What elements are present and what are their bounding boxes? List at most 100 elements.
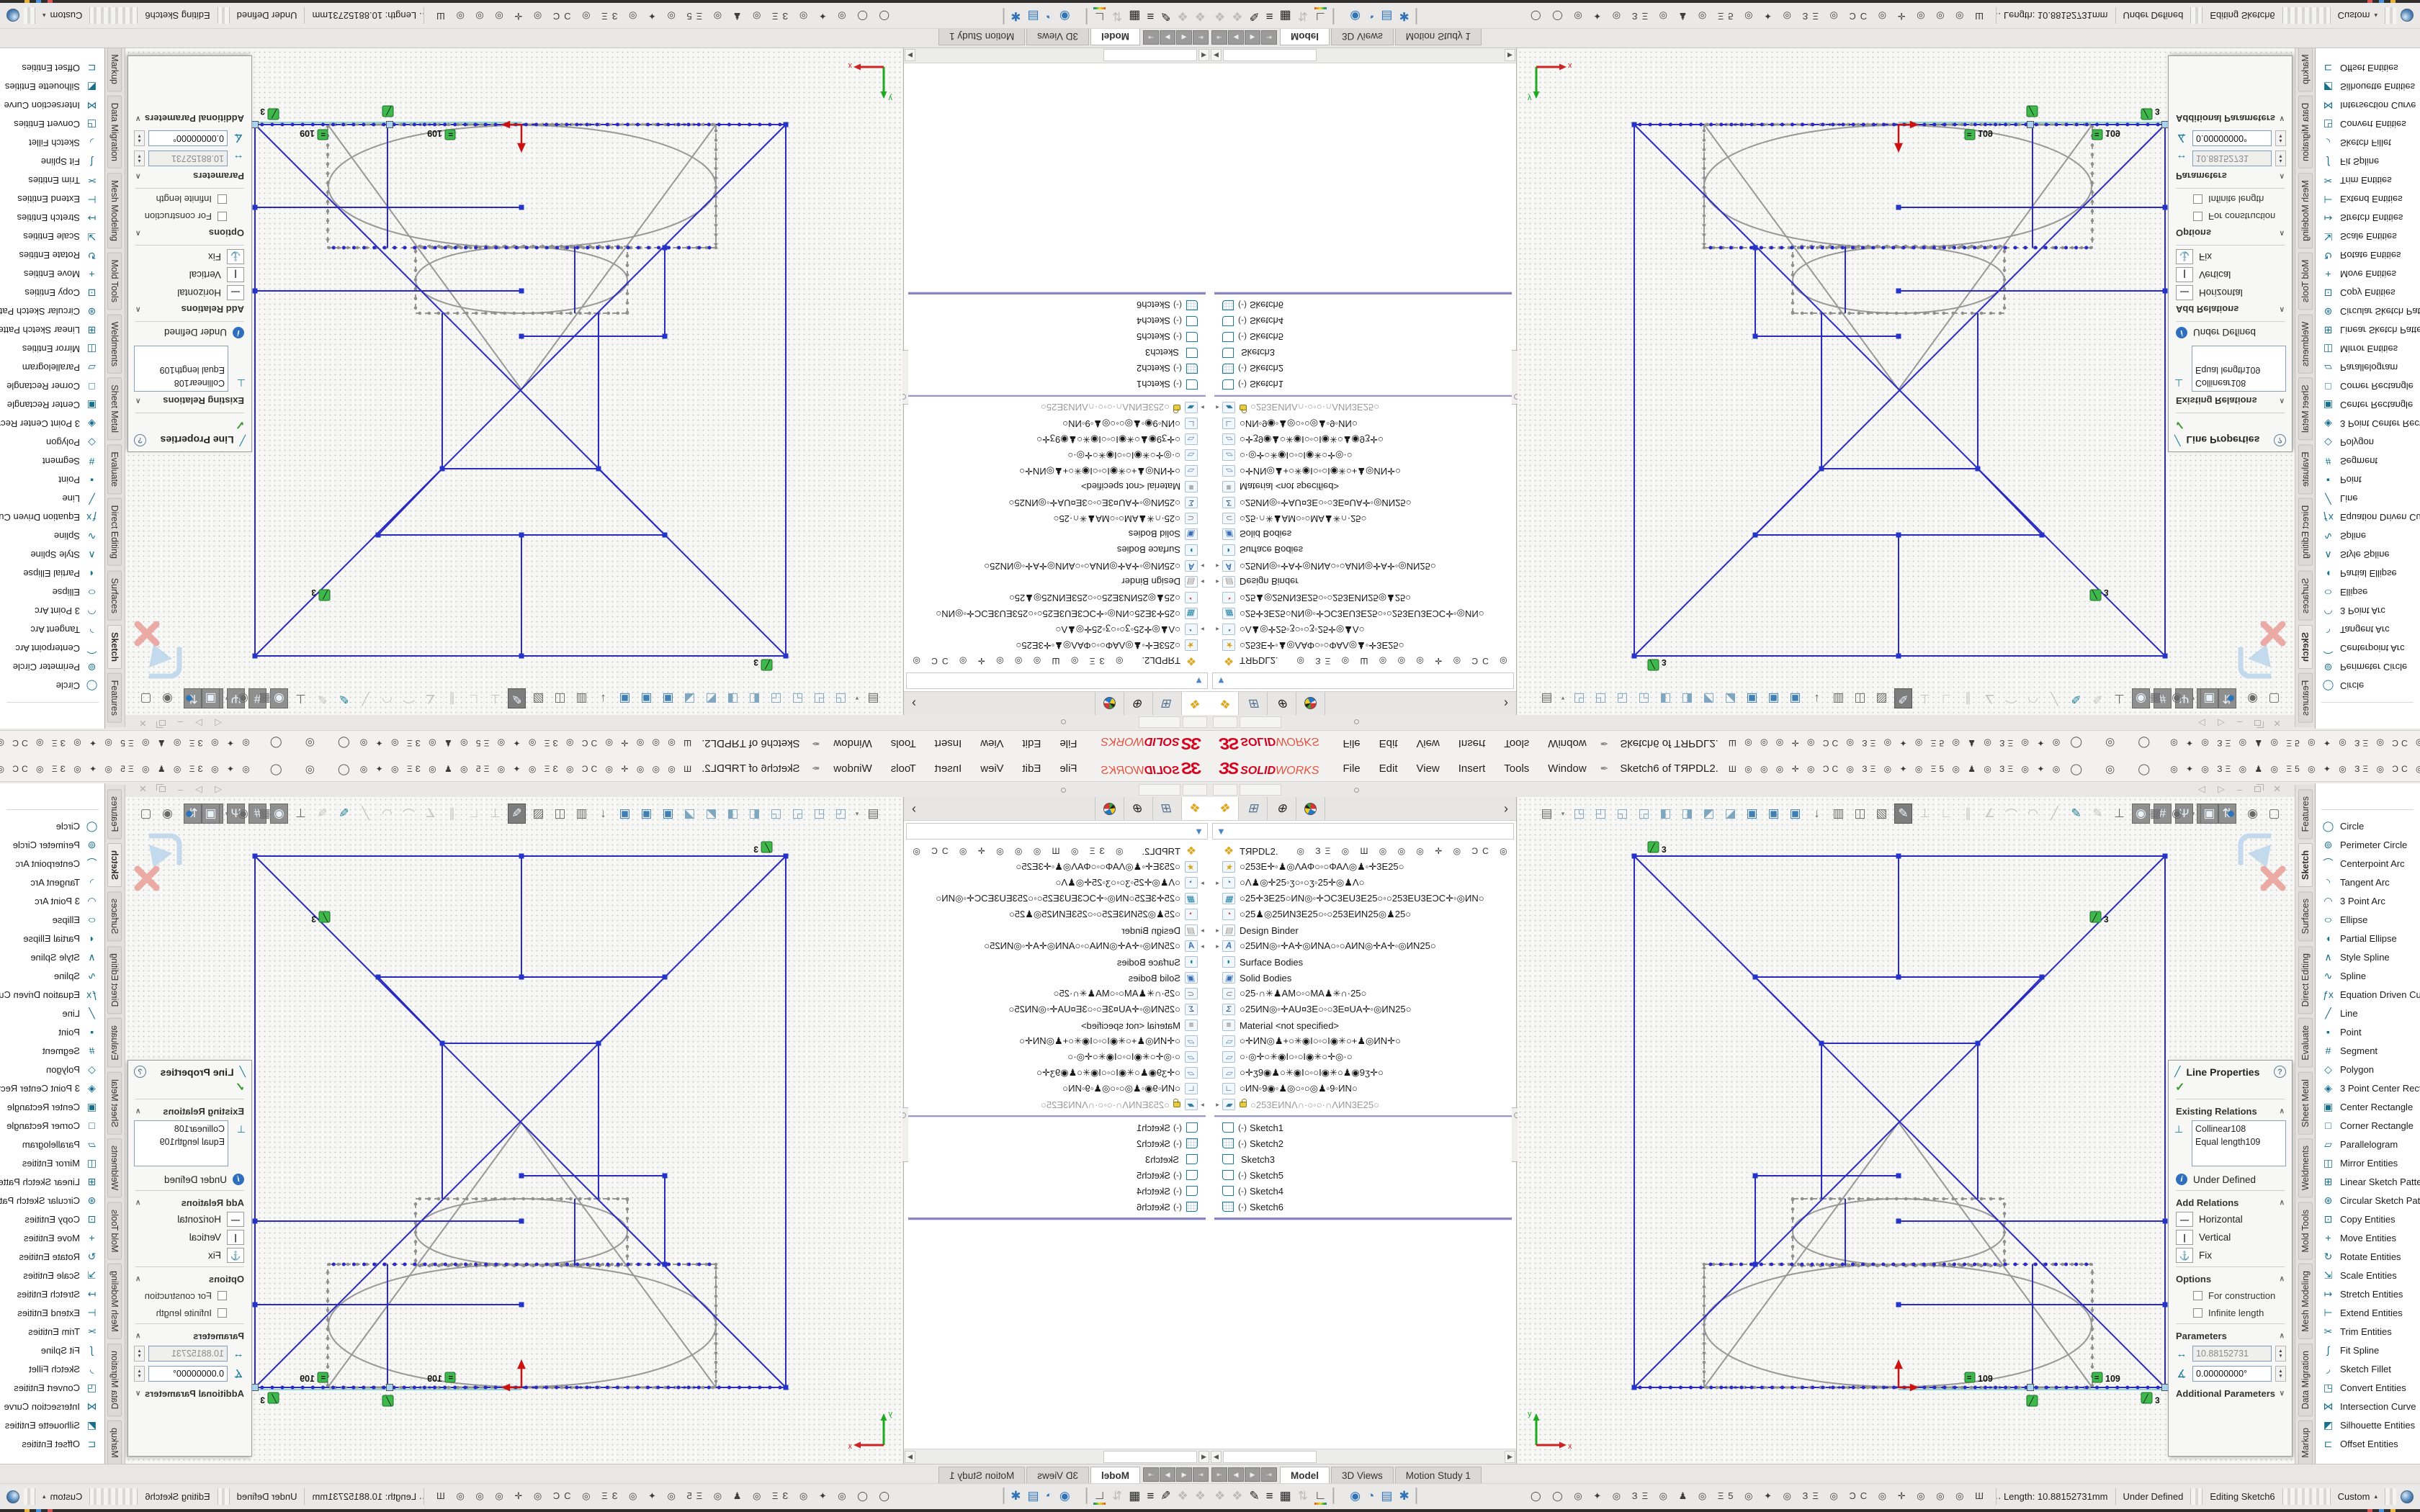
tree-item[interactable]: ▱ ○✛ИN◎♟+○✳◉Ι○◦○Ι◉✳○+♟◎ИN✛○ (1213, 463, 1516, 479)
sketch-tool-item[interactable]: ╱ Line (0, 1004, 104, 1022)
tab-nav-button[interactable]: ◀ (1228, 30, 1244, 45)
view-toolbar-icon[interactable]: ◩ (702, 688, 720, 708)
collapse-icon[interactable]: ∧ (2280, 1107, 2285, 1115)
view-toolbar-icon[interactable]: ▧ (529, 688, 547, 708)
sketch-tool-item[interactable]: ○ Ellipse (2316, 910, 2420, 929)
view-toolbar-icon[interactable]: ◉ (158, 804, 176, 824)
sketch-tool-item[interactable]: ∧ Style Spline (0, 546, 104, 564)
sketch-item[interactable]: (-) Sketch1 (904, 1120, 1207, 1135)
tree-item[interactable]: ★ ○253Ε✛◦♟◎ΛΑΦ○◦○ΦΑΛ◎♟◦✛3Ε25○ (904, 637, 1207, 653)
tree-item[interactable]: ▱ ○·◎✛○✳◉Ι○◦○Ι◉✳○✛◎·○ (1213, 447, 1516, 463)
motion-toolbar-icon[interactable]: ❖ (1232, 9, 1242, 23)
existing-relations-header[interactable]: Existing Relations ∧ (2169, 393, 2292, 410)
motion-toolbar-icon[interactable]: ▏ (1416, 8, 1427, 24)
view-toolbar-icon[interactable]: ● (2222, 688, 2240, 708)
tab-nav-button[interactable]: ◀ (1176, 1467, 1192, 1482)
quick-access-toolbar-left[interactable]: Ш ◎ ◎ ◎ ✛ ◎ ƆC ◎ ЗΞ ◎ ✦ ◎ Ξ5 ◎ ♟ ◎ ЗΞ ◎ … (357, 739, 691, 749)
sketch-tool-item[interactable]: ▪ Point (2316, 1022, 2420, 1041)
sketch-tool-item[interactable]: ╱ Line (2316, 490, 2420, 508)
expander-icon[interactable]: ▸ (1213, 927, 1222, 935)
doc-close-button[interactable]: ✕ (2273, 717, 2281, 729)
sketch-tool-item[interactable]: ↻ Rotate Entities (0, 246, 104, 265)
sketch-tool-item[interactable]: ⊢ Extend Entities (0, 190, 104, 209)
motion-toolbar-icon[interactable]: ∟ (1093, 1488, 1106, 1505)
menu-item[interactable]: Tools (1494, 762, 1538, 775)
tree-item[interactable]: ▱ ○✛ʒ9◉♟○✳◉Ι○◦○Ι◉✳○♟◉9ʒ✛○ (904, 1065, 1207, 1081)
doc-minimize-button[interactable]: – (178, 784, 183, 795)
commandmanager-tab[interactable]: Data Migration (108, 1344, 122, 1416)
tree-item[interactable]: ⊂ ○25·∩✳♟ΑΜ○◦○ΜΑ♟✳∩·25○ (1213, 986, 1516, 1002)
view-toolbar-icon[interactable]: ◱ (1613, 804, 1631, 824)
sketch-item[interactable]: Sketch3 (1213, 1151, 1516, 1167)
collapsed-tab[interactable] (1240, 784, 1281, 796)
sketch-tool-item[interactable]: ∧ Style Spline (2316, 546, 2420, 564)
view-toolbar-icon[interactable]: ▥ (573, 688, 591, 708)
panel-flyout-arrow[interactable]: › (905, 691, 923, 715)
tab-nav-button[interactable]: ◀ (1228, 1467, 1244, 1482)
doc-close-button[interactable]: ✕ (139, 783, 147, 795)
tree-root[interactable]: ❖ TЯPDL2. ◎ ЗΞ ◎ Ш ◎ ◎ ◎ ✛ ◎ ƆC ◎ ЗΞ ◎ •… (904, 843, 1207, 859)
help-icon[interactable]: ? (134, 434, 146, 446)
sketch-tool-item[interactable]: # Segment (2316, 1041, 2420, 1060)
view-toolbar-icon[interactable]: ▣ (2200, 804, 2218, 824)
tree-item[interactable]: ≡ Material <not specified> (1213, 479, 1516, 495)
view-toolbar-icon[interactable]: ◪ (681, 688, 699, 708)
sketch-tool-item[interactable]: ∿ Spline (0, 966, 104, 985)
collapsed-tab[interactable] (1240, 716, 1281, 728)
sketch-tool-item[interactable]: ◳ Convert Entities (0, 1378, 104, 1397)
view-toolbar-icon[interactable]: ● (180, 804, 198, 824)
commandmanager-tab[interactable]: Sheet Metal (108, 1072, 122, 1135)
sketch-tool-item[interactable]: ⊢ Extend Entities (0, 1303, 104, 1322)
sketch-item[interactable]: Sketch3 (904, 345, 1207, 361)
expander-icon[interactable]: ▸ (1198, 942, 1207, 950)
document-tab[interactable]: 3D Views (1331, 1467, 1394, 1483)
quick-access-toolbar-circles[interactable]: ◯ ◎ ◯ (2070, 762, 2160, 775)
sketch-tool-item[interactable]: ⊛ Circular Sketch Pattern (0, 302, 104, 321)
add-relations-header[interactable]: Add Relations ∧ (2169, 302, 2292, 319)
unit-system-dropdown[interactable]: Custom ▴ (2330, 7, 2385, 24)
view-toolbar-icon[interactable]: ∟ (1937, 804, 1955, 824)
sketch-tool-item[interactable]: ⊡ Copy Entities (2316, 284, 2420, 302)
commandmanager-tab[interactable]: Sheet Metal (2298, 378, 2313, 441)
view-toolbar-icon[interactable]: ▾ (853, 688, 861, 708)
length-spinner[interactable]: ▲▼ (2275, 1346, 2286, 1362)
view-toolbar-icon[interactable]: ▾ (2190, 688, 2197, 708)
scroll-right-icon[interactable]: ▶ (905, 1451, 915, 1463)
view-toolbar-icon[interactable]: ● (180, 688, 198, 708)
view-toolbar-icon[interactable]: ↓ (594, 804, 612, 824)
menu-item[interactable]: Edit (1013, 762, 1051, 775)
sketch-tool-item[interactable]: ⇲ Scale Entities (0, 1266, 104, 1284)
tree-item[interactable]: ▸ ▰ ○253ΕИNΛ∩·○◦○·∩ΛИN3Ε25○ (1213, 1097, 1516, 1112)
tree-item[interactable]: Σ ○25ИN◎◦✛ΑU¤3Ε○◦○3Ε¤UΑ✛◦◎ИN25○ (1213, 1002, 1516, 1017)
commandmanager-tab[interactable]: Features (2298, 789, 2313, 839)
sketch-tool-item[interactable]: # Segment (0, 1041, 104, 1060)
tab-nav-button[interactable]: ⇥ (1143, 30, 1159, 45)
motion-toolbar-icon[interactable]: ❖ (1178, 9, 1188, 23)
commandmanager-tab[interactable]: Weldments (2298, 1138, 2313, 1197)
quick-access-toolbar-circles[interactable]: ◯ ◎ ◯ (2070, 737, 2160, 750)
menu-item[interactable]: Edit (1013, 737, 1051, 750)
view-toolbar-icon[interactable]: ◰ (810, 688, 828, 708)
parameters-header[interactable]: Parameters ∧ (128, 1326, 251, 1344)
view-toolbar-icon[interactable]: ◉ (234, 804, 252, 824)
motion-toolbar-icon[interactable]: ▏ (1077, 1488, 1088, 1505)
relation-button-icon[interactable]: — (2176, 1212, 2193, 1227)
tree-item[interactable]: ▸ ◔ ○Λ♟◎✛25◦ʒ○◦○ʒ◦25✛◎♟Λ○ (904, 875, 1207, 891)
sketch-tool-item[interactable]: ✂ Trim Entities (0, 171, 104, 190)
angle-spinner[interactable]: ▲▼ (134, 1366, 145, 1382)
view-toolbar-icon[interactable]: ◉ (2244, 804, 2262, 824)
view-toolbar-icon[interactable]: ◲ (1635, 804, 1653, 824)
motion-toolbar-icon[interactable]: ❖ (1195, 9, 1206, 23)
relation-item[interactable]: Collinear108 (138, 1122, 225, 1135)
additional-parameters-header[interactable]: Additional Parameters ∨ (2169, 111, 2292, 128)
sketch-tool-item[interactable]: ⊛ Circular Sketch Pattern (0, 1191, 104, 1210)
sketch-item[interactable]: (-) Sketch1 (1213, 377, 1516, 392)
tree-root[interactable]: ❖ TЯPDL2. ◎ ЗΞ ◎ Ш ◎ ◎ ◎ ✛ ◎ ƆC ◎ ЗΞ ◎ •… (1213, 653, 1516, 669)
view-toolbar-icon[interactable]: ✎ (335, 688, 353, 708)
sketch-tool-item[interactable]: ⊡ Copy Entities (0, 1210, 104, 1228)
rollback-bar[interactable] (908, 1218, 1206, 1220)
sketch-tool-item[interactable]: ⋈ Intersection Curve (2316, 96, 2420, 115)
view-toolbar-icon[interactable]: ✎ (508, 688, 526, 708)
expander-icon[interactable]: ▸ (1213, 578, 1222, 586)
tab-nav-button[interactable]: ▶ (1160, 30, 1175, 45)
